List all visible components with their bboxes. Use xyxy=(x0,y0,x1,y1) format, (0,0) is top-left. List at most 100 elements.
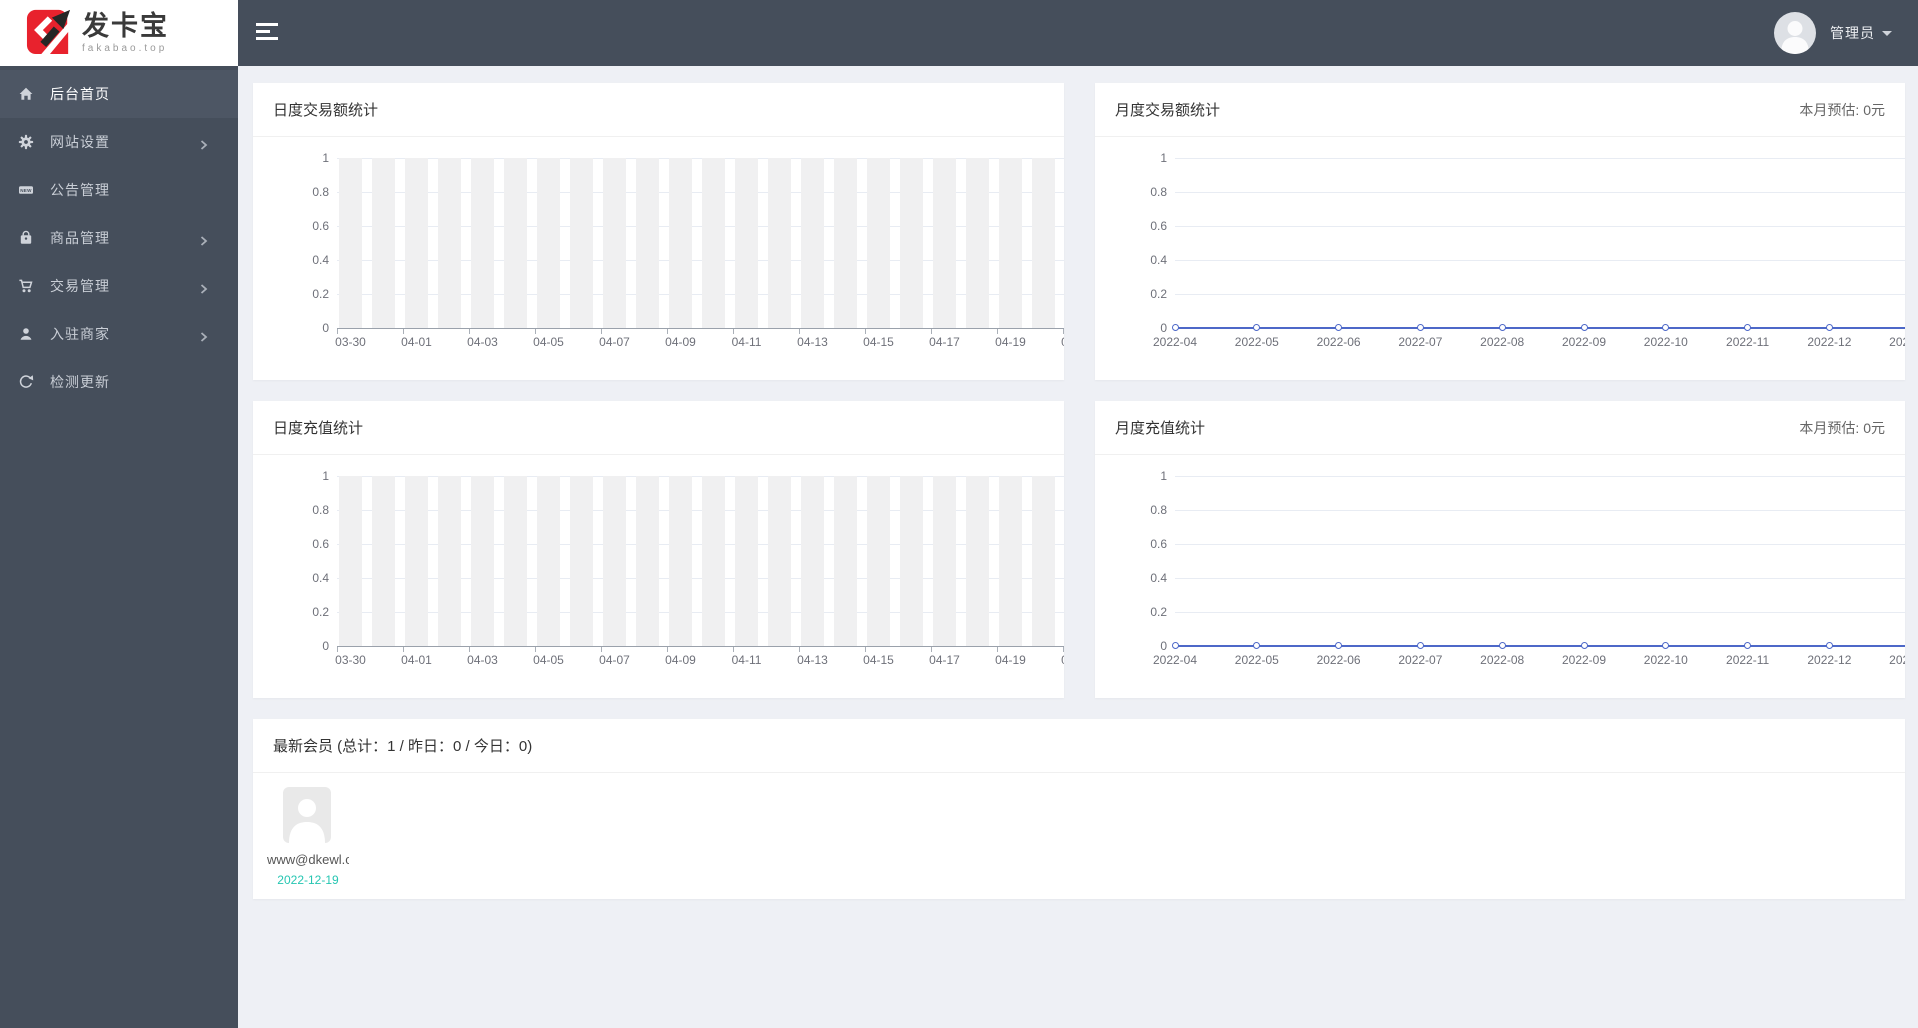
x-axis-tick xyxy=(403,647,404,652)
sidebar-item-trades[interactable]: 交易管理 xyxy=(0,262,238,310)
gear-icon xyxy=(18,134,34,150)
x-tick-label: 2022-05 xyxy=(1234,653,1279,667)
chart-background-bar xyxy=(702,476,725,646)
y-tick-label: 0.6 xyxy=(312,219,329,233)
data-point xyxy=(1498,642,1506,649)
chart-background-bar xyxy=(900,158,923,328)
data-point xyxy=(1253,642,1261,649)
chart-background-bar xyxy=(768,158,791,328)
x-tick-label: 04-19 xyxy=(995,653,1026,667)
x-tick-label: 2022-11 xyxy=(1726,653,1770,667)
chart-background-bar xyxy=(339,476,362,646)
y-tick-label: 0 xyxy=(322,321,329,335)
x-axis-tick xyxy=(799,647,800,652)
chart-background-bar xyxy=(339,158,362,328)
y-tick-label: 0.8 xyxy=(1150,503,1167,517)
logo[interactable]: 发卡宝 fakabao.top xyxy=(0,0,238,66)
x-tick-label: 2022-10 xyxy=(1643,335,1688,349)
daily-recharge-chart: 0 0.2 0.4 0.6 0.8 1 03-30 04-01 04-03 04-05 04-07 0… xyxy=(253,455,1064,697)
chart-background-bar xyxy=(537,476,560,646)
x-tick-label: 2022-08 xyxy=(1480,653,1525,667)
gridline xyxy=(1175,158,1905,159)
x-tick-label: 2022-09 xyxy=(1561,335,1607,349)
x-tick-label: 2022-06 xyxy=(1316,653,1361,667)
chart-background-bar xyxy=(735,476,758,646)
chart-background-bar xyxy=(537,158,560,328)
sidebar-item-products[interactable]: 商品管理 xyxy=(0,214,238,262)
chart-background-bar xyxy=(801,158,824,328)
x-axis-tick xyxy=(931,329,932,334)
x-axis-tick xyxy=(1063,647,1064,652)
x-tick-label: 04-17 xyxy=(929,653,960,667)
y-tick-label: 0.8 xyxy=(312,503,329,517)
data-point xyxy=(1335,324,1343,331)
chart-background-bar xyxy=(966,158,989,328)
monthly-recharge-estimate: 本月预估: 0元 xyxy=(1799,419,1885,436)
user-avatar xyxy=(1774,12,1816,54)
x-tick-label: 04-03 xyxy=(467,335,498,349)
x-axis-tick xyxy=(337,329,338,334)
chart-background-bar xyxy=(900,476,923,646)
chart-background-bar xyxy=(504,476,527,646)
chart-background-bar xyxy=(834,158,857,328)
line-series xyxy=(1175,327,1905,329)
sidebar-item-home[interactable]: 后台首页 xyxy=(0,70,238,118)
x-axis-tick xyxy=(403,329,404,334)
x-axis-tick xyxy=(865,647,866,652)
sidebar-item-merchants[interactable]: 入驻商家 xyxy=(0,310,238,358)
x-tick-label: 04-13 xyxy=(797,335,828,349)
x-tick-label: 2022-10 xyxy=(1643,653,1688,667)
caret-down-icon xyxy=(1882,30,1892,36)
svg-text:NEW: NEW xyxy=(20,188,32,193)
x-tick-label: 04-01 xyxy=(401,653,432,667)
x-tick-label: 2022-12 xyxy=(1807,335,1852,349)
sidebar-item-announcements[interactable]: NEW 公告管理 xyxy=(0,166,238,214)
chart-background-bar xyxy=(669,476,692,646)
x-tick-label: 04-07 xyxy=(599,335,630,349)
chart-background-bar xyxy=(801,476,824,646)
data-point xyxy=(1825,642,1833,649)
chart-background-bar xyxy=(999,476,1022,646)
gridline xyxy=(1175,294,1905,295)
chevron-right-icon xyxy=(200,329,208,342)
chart-background-bar xyxy=(570,476,593,646)
x-tick-label: 04-05 xyxy=(533,335,564,349)
sidebar-item-check-update[interactable]: 检测更新 xyxy=(0,358,238,406)
latest-members-title: 最新会员 (总计：1 / 昨日：0 / 今日：0) xyxy=(273,738,533,755)
chart-background-bar xyxy=(966,476,989,646)
x-tick-label: 04-11 xyxy=(731,653,762,667)
y-tick-label: 0.4 xyxy=(312,571,329,585)
monthly-recharge-title: 月度充值统计 xyxy=(1115,420,1206,437)
x-tick-label: 2022-12 xyxy=(1807,653,1852,667)
x-tick-label: 2022-04 xyxy=(1152,653,1198,667)
data-point xyxy=(1662,642,1670,649)
data-point xyxy=(1744,642,1752,649)
y-tick-label: 0.8 xyxy=(1150,185,1167,199)
x-tick-label: 04-19 xyxy=(995,335,1026,349)
hamburger-menu-icon[interactable] xyxy=(256,22,278,44)
user-menu[interactable]: 管理员 xyxy=(1774,12,1892,54)
x-tick-label: 04-21 xyxy=(1050,335,1064,349)
chart-background-bar xyxy=(636,476,659,646)
gridline xyxy=(1175,192,1905,193)
chevron-right-icon xyxy=(200,137,208,150)
x-axis-tick xyxy=(469,647,470,652)
data-point xyxy=(1498,324,1506,331)
announcement-icon: NEW xyxy=(18,182,34,198)
chart-background-bar xyxy=(471,476,494,646)
y-tick-label: 0 xyxy=(1160,639,1167,653)
x-axis-tick xyxy=(799,329,800,334)
x-axis-tick xyxy=(997,329,998,334)
x-tick-label: 04-05 xyxy=(533,653,564,667)
y-tick-label: 0.6 xyxy=(312,537,329,551)
sidebar-item-label: 检测更新 xyxy=(50,374,110,390)
x-tick-label: 04-09 xyxy=(665,335,696,349)
data-point xyxy=(1335,642,1343,649)
chevron-right-icon xyxy=(200,233,208,246)
y-tick-label: 0.2 xyxy=(312,605,329,619)
sidebar-item-site-settings[interactable]: 网站设置 xyxy=(0,118,238,166)
x-tick-label: 2022-06 xyxy=(1316,335,1361,349)
chart-background-bar xyxy=(438,476,461,646)
latest-members-card: 最新会员 (总计：1 / 昨日：0 / 今日：0) www@dkewl.com … xyxy=(253,719,1905,899)
x-tick-label: 2022-09 xyxy=(1561,653,1607,667)
